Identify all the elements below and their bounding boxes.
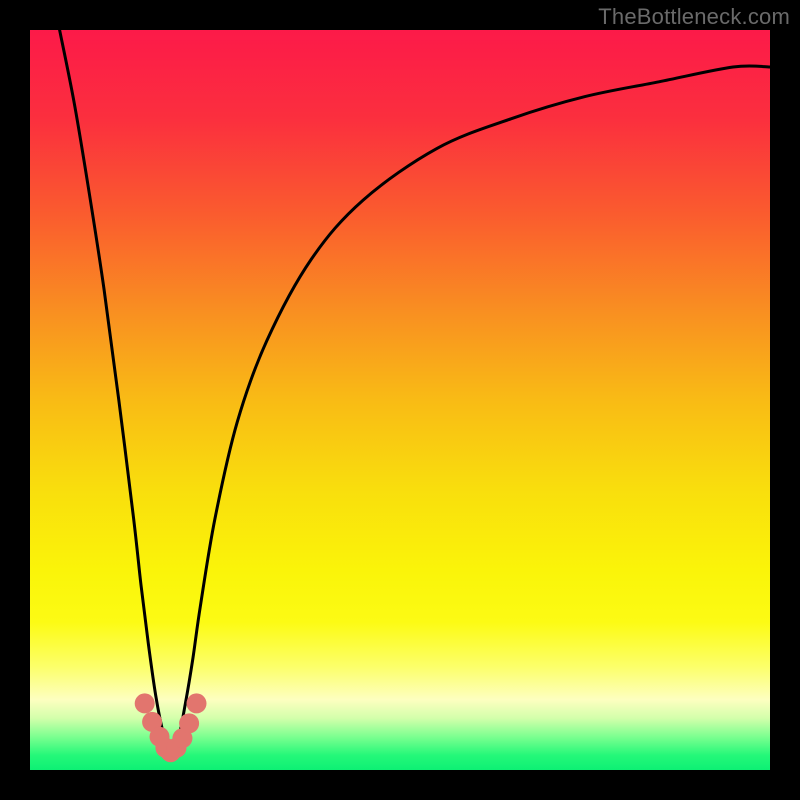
plot-area (30, 30, 770, 770)
marker-dot (135, 693, 155, 713)
watermark-text: TheBottleneck.com (598, 4, 790, 30)
bottleneck-curve (30, 30, 770, 770)
curve-line (60, 30, 770, 755)
marker-dot (179, 713, 199, 733)
marker-dot (187, 693, 207, 713)
chart-frame: TheBottleneck.com (0, 0, 800, 800)
bottom-marker-cluster (135, 693, 207, 762)
